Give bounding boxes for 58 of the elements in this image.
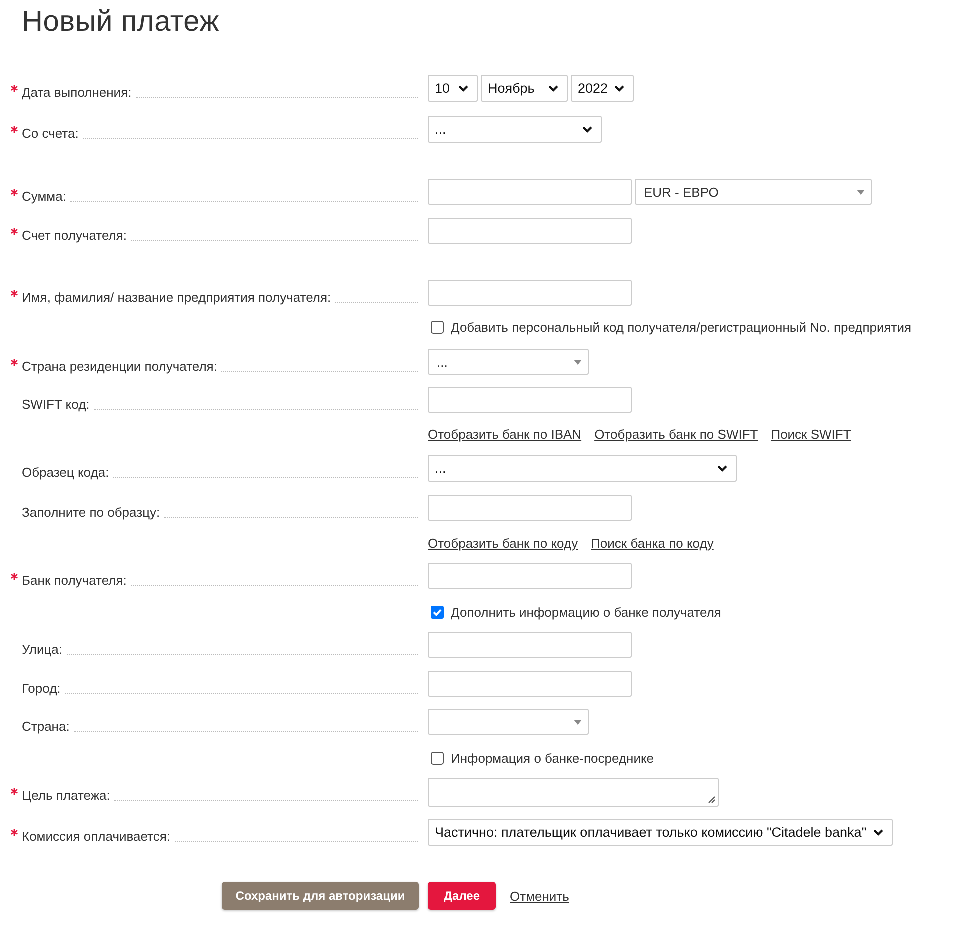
checkbox-label: Информация о банке-посреднике xyxy=(451,750,654,766)
link[interactable]: Отобразить банк по IBAN xyxy=(428,426,582,442)
text-area[interactable] xyxy=(428,778,719,807)
dropdown[interactable]: 10 xyxy=(428,75,478,102)
field-label: Образец кода: xyxy=(22,465,110,480)
cancel-link[interactable]: Отменить xyxy=(510,888,570,904)
dropdown[interactable]: ... xyxy=(428,455,737,482)
field-label: Страна резиденции получателя: xyxy=(22,359,218,374)
field-label: Имя, фамилия/ название предприятия получателя: xyxy=(22,290,332,305)
caret-icon xyxy=(574,720,582,724)
field-label: Со счета: xyxy=(22,126,79,141)
field-label: Страна: xyxy=(22,719,70,734)
dropdown[interactable]: Частично: плательщик оплачивает только комиссию "Citadele banka" xyxy=(428,819,893,846)
link[interactable]: Отобразить банк по коду xyxy=(428,536,578,550)
save-button[interactable]: Сохранить для авторизации xyxy=(222,882,419,910)
link[interactable]: Отобразить банк по SWIFT xyxy=(594,426,758,442)
chevron-icon xyxy=(582,126,593,134)
dropdown[interactable]: EUR - ЕВРО xyxy=(635,179,872,205)
caret-icon xyxy=(857,190,865,194)
checkbox[interactable] xyxy=(431,752,444,764)
dropdown[interactable]: ... xyxy=(428,349,589,375)
field-label: Комиссия оплачивается: xyxy=(22,829,170,844)
text-field[interactable] xyxy=(428,179,632,205)
resize-handle-icon xyxy=(708,796,716,804)
field-label: Улица: xyxy=(22,642,63,657)
chevron-icon xyxy=(614,84,626,92)
field-label: SWIFT код: xyxy=(22,397,90,412)
next-button[interactable]: Далее xyxy=(428,882,496,910)
dropdown[interactable]: 2022 xyxy=(571,75,634,102)
dropdown[interactable] xyxy=(428,709,589,735)
field-label: Город: xyxy=(22,681,61,696)
field-label: Цель платежа: xyxy=(22,788,110,803)
text-field[interactable] xyxy=(428,495,632,521)
field-label: Банк получателя: xyxy=(22,573,127,588)
chevron-icon xyxy=(458,84,469,92)
field-label: Дата выполнения: xyxy=(22,85,132,100)
field-label: Заполните по образцу: xyxy=(22,505,160,520)
page-title: Новый платеж xyxy=(21,5,220,40)
checkbox-label: Добавить персональный код получателя/регистрационный No. предприятия xyxy=(451,320,912,334)
text-field[interactable] xyxy=(428,280,632,306)
chevron-icon xyxy=(548,84,559,92)
text-field[interactable] xyxy=(428,632,632,658)
text-field[interactable] xyxy=(428,387,632,413)
checkbox[interactable] xyxy=(431,606,444,618)
dropdown[interactable]: ... xyxy=(428,116,602,143)
chevron-icon xyxy=(872,828,884,836)
checkbox[interactable] xyxy=(431,320,444,334)
link[interactable]: Поиск SWIFT xyxy=(771,426,852,442)
text-field[interactable] xyxy=(428,218,632,244)
field-label: Счет получателя: xyxy=(22,228,128,243)
checkbox-label: Дополнить информацию о банке получателя xyxy=(451,604,722,620)
field-label: Сумма: xyxy=(22,189,66,204)
chevron-icon xyxy=(717,464,728,472)
caret-icon xyxy=(574,360,582,364)
text-field[interactable] xyxy=(428,563,632,589)
text-field[interactable] xyxy=(428,671,632,697)
dropdown[interactable]: Ноябрь xyxy=(481,75,568,102)
link[interactable]: Поиск банка по коду xyxy=(591,536,714,550)
